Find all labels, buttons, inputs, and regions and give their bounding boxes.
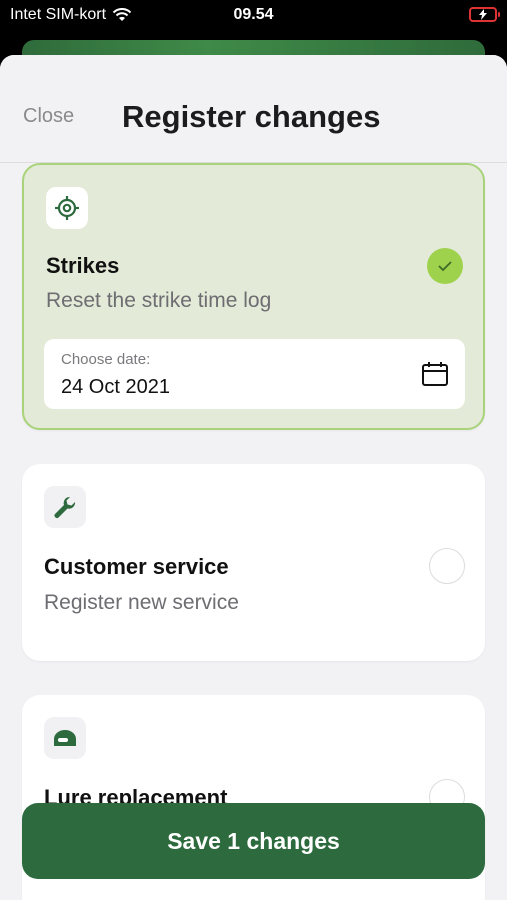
sheet-header: Close Register changes [0, 55, 507, 163]
option-card-customer-service[interactable]: Customer service Register new service [22, 464, 485, 661]
date-label: Choose date: [61, 351, 151, 368]
save-changes-button[interactable]: Save 1 changes [22, 803, 485, 879]
selected-check[interactable] [427, 248, 463, 284]
date-value: 24 Oct 2021 [61, 376, 170, 398]
option-title: Strikes [46, 253, 120, 278]
checkmark-icon [438, 261, 452, 272]
close-button[interactable]: Close [23, 105, 74, 128]
clock: 09.54 [233, 6, 274, 23]
register-changes-sheet: Close Register changes Strikes Reset the… [0, 55, 507, 900]
target-icon [46, 187, 88, 229]
calendar-icon [422, 362, 448, 386]
option-title: Customer service [44, 554, 229, 579]
status-bar: Intet SIM-kort 09.54 [0, 0, 507, 32]
lure-icon [44, 717, 86, 759]
date-picker-field[interactable]: Choose date: 24 Oct 2021 [44, 339, 465, 409]
option-card-strikes[interactable]: Strikes Reset the strike time log Choose… [22, 163, 485, 430]
unselected-radio[interactable] [429, 548, 465, 584]
wrench-icon [44, 486, 86, 528]
page-title: Register changes [122, 99, 381, 134]
option-subtitle: Reset the strike time log [46, 289, 272, 312]
option-subtitle: Register new service [44, 591, 239, 614]
battery-icon [469, 7, 500, 22]
